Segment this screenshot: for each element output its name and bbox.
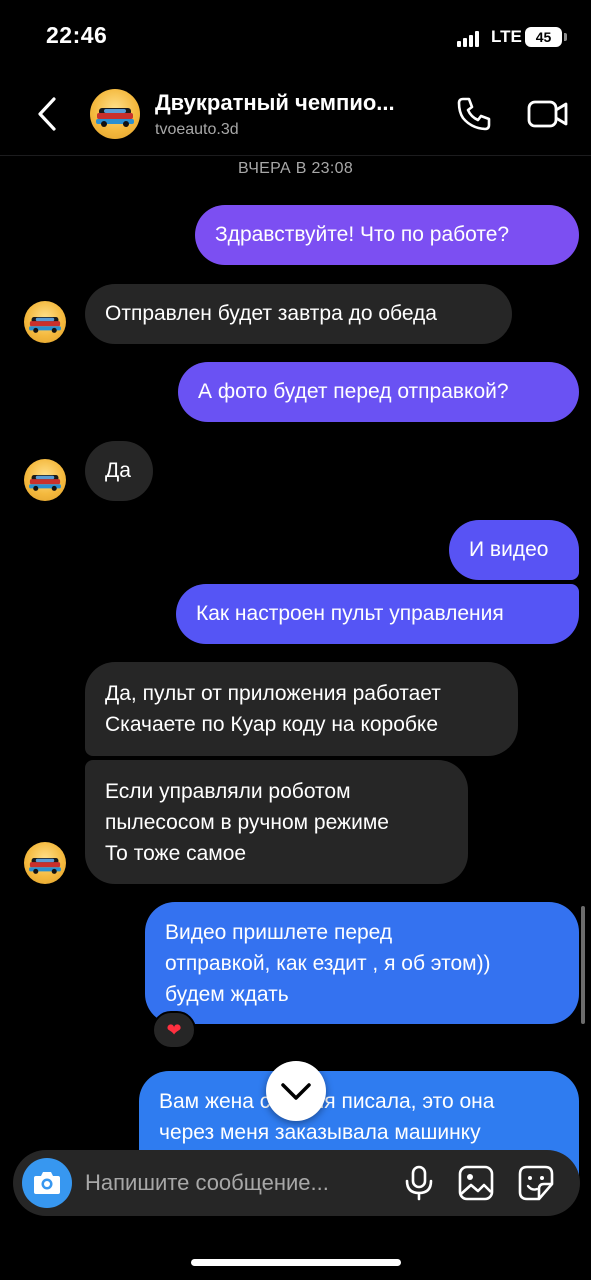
network-type: LTE <box>491 27 522 46</box>
sticker-button[interactable] <box>516 1164 556 1202</box>
sticker-icon <box>518 1165 554 1201</box>
sender-avatar[interactable] <box>24 459 66 501</box>
video-call-icon <box>527 100 568 128</box>
message-text: Как настроен пульт управления <box>196 602 504 625</box>
message-line: через меня заказывала машинку <box>159 1121 481 1144</box>
message-outgoing[interactable]: Здравствуйте! Что по работе? <box>195 205 579 265</box>
message-incoming[interactable]: Если управляли роботом пылесосом в ручно… <box>85 760 468 884</box>
message-text: Да <box>105 459 131 482</box>
scrollbar[interactable] <box>581 906 585 1024</box>
back-button[interactable] <box>30 92 66 136</box>
chat-header: Двукратный чемпио... tvoeauto.3d <box>0 76 591 156</box>
message-outgoing[interactable]: А фото будет перед отправкой? <box>178 362 579 422</box>
heart-icon: ❤ <box>166 1020 182 1040</box>
message-outgoing[interactable]: И видео <box>449 520 579 580</box>
gallery-button[interactable] <box>456 1164 496 1202</box>
message-incoming[interactable]: Да, пульт от приложения работает Скачает… <box>85 662 518 756</box>
scroll-to-bottom-button[interactable] <box>266 1061 326 1121</box>
message-line: Да, пульт от приложения работает <box>105 682 441 705</box>
signal-icon <box>457 31 485 47</box>
back-icon <box>38 97 56 131</box>
audio-call-button[interactable] <box>454 94 494 134</box>
message-outgoing[interactable]: Как настроен пульт управления <box>176 584 579 644</box>
voice-message-button[interactable] <box>401 1164 437 1202</box>
message-line: Если управляли роботом <box>105 780 351 803</box>
message-incoming[interactable]: Отправлен будет завтра до обеда <box>85 284 512 344</box>
microphone-icon <box>405 1165 433 1201</box>
message-line: будем ждать <box>165 983 289 1006</box>
sender-avatar[interactable] <box>24 301 66 343</box>
message-line: отправкой, как ездит , я об этом)) <box>165 952 491 975</box>
battery-icon: 45 <box>525 27 567 47</box>
camera-icon <box>34 1172 60 1194</box>
phone-icon <box>457 97 491 131</box>
message-line: То тоже самое <box>105 842 247 865</box>
gallery-icon <box>458 1165 494 1201</box>
chat-username[interactable]: tvoeauto.3d <box>155 121 239 139</box>
message-incoming[interactable]: Да <box>85 441 153 501</box>
date-separator: ВЧЕРА В 23:08 <box>237 160 354 177</box>
message-text: Здравствуйте! Что по работе? <box>215 223 510 246</box>
message-reaction[interactable]: ❤ <box>152 1011 196 1049</box>
message-outgoing[interactable]: Видео пришлете перед отправкой, как езди… <box>145 902 579 1024</box>
message-text: Отправлен будет завтра до обеда <box>105 302 437 325</box>
contact-avatar[interactable] <box>90 89 140 139</box>
video-call-button[interactable] <box>526 94 570 134</box>
camera-button[interactable] <box>22 1158 72 1208</box>
chat-title[interactable]: Двукратный чемпио... <box>155 90 445 116</box>
status-time: 22:46 <box>46 22 108 48</box>
message-line: Видео пришлете перед <box>165 921 393 944</box>
sender-avatar[interactable] <box>24 842 66 884</box>
message-line: Скачаете по Куар коду на коробке <box>105 713 439 736</box>
message-text: И видео <box>469 538 549 561</box>
message-line: пылесосом в ручном режиме <box>105 811 389 834</box>
message-composer <box>13 1150 580 1216</box>
message-text: А фото будет перед отправкой? <box>198 380 509 403</box>
message-line: Вам жена сегодня писала, это она <box>159 1090 495 1113</box>
status-bar: 22:46 LTE 45 <box>0 0 591 76</box>
home-indicator[interactable] <box>191 1259 401 1266</box>
chevron-down-icon <box>281 1083 311 1100</box>
message-input[interactable] <box>85 1150 385 1216</box>
